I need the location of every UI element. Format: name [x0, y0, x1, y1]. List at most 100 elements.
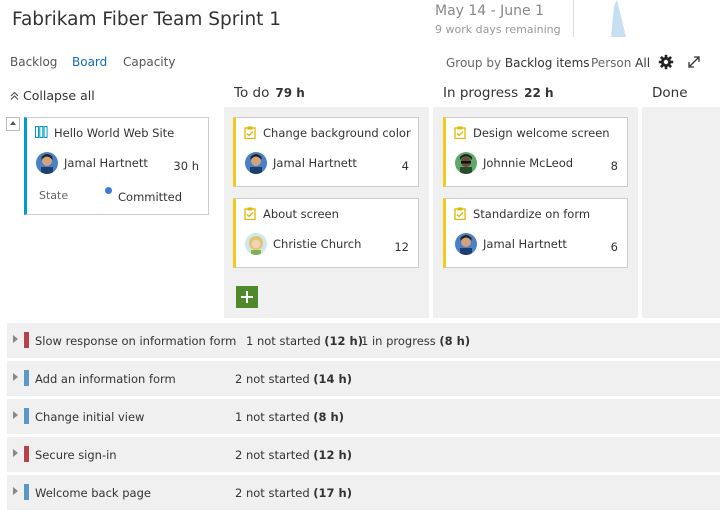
work-days-remaining: 9 work days remaining	[435, 23, 561, 36]
burndown-chart[interactable]	[573, 0, 720, 37]
state-dot-icon	[105, 187, 112, 194]
person-label: Person	[591, 56, 632, 70]
expand-row-icon[interactable]	[13, 373, 18, 381]
done-lane	[642, 107, 720, 318]
row-summary: 2 not started (14 h)	[235, 372, 352, 386]
page-title: Fabrikam Fiber Team Sprint 1	[12, 9, 282, 30]
column-header-todo: To do 79 h	[234, 85, 305, 101]
column-name: To do	[234, 85, 270, 101]
collapse-all-icon	[10, 91, 19, 100]
task-card[interactable]: About screen Christie Church 12	[233, 198, 419, 268]
row-collapse-toggle[interactable]	[6, 117, 20, 131]
card-title[interactable]: About screen	[263, 207, 339, 221]
summary-hours: (12 h)	[313, 448, 352, 462]
add-icon	[241, 291, 253, 303]
backlog-row[interactable]: Secure sign-in 2 not started (12 h)	[7, 437, 720, 472]
remaining-hours: 6	[610, 240, 618, 254]
task-card[interactable]: Standardize on form Jamal Hartnett 6	[443, 198, 628, 268]
assignee-name[interactable]: Jamal Hartnett	[483, 237, 567, 251]
task-icon	[244, 207, 256, 220]
state-label: State	[39, 189, 69, 202]
gear-icon[interactable]	[658, 54, 674, 70]
group-by-selector[interactable]: Group by Backlog items	[446, 56, 590, 70]
row-summary-2: 1 in progress (8 h)	[361, 334, 470, 348]
summary-status: 2 not started	[235, 372, 310, 386]
row-title[interactable]: Secure sign-in	[35, 448, 117, 462]
summary-hours: (17 h)	[313, 486, 352, 500]
row-title[interactable]: Welcome back page	[35, 486, 151, 500]
summary-hours: (14 h)	[313, 372, 352, 386]
row-title[interactable]: Slow response on information form	[35, 334, 236, 348]
collapse-all-button[interactable]: Collapse all	[10, 88, 95, 103]
collapse-all-label: Collapse all	[23, 88, 95, 103]
row-summary: 1 not started (12 h)	[246, 334, 363, 348]
sprint-dates: May 14 - June 1	[435, 3, 545, 19]
column-header-in-progress: In progress 22 h	[443, 85, 554, 101]
task-icon	[454, 207, 466, 220]
remaining-hours: 8	[610, 159, 618, 173]
summary-hours: (12 h)	[324, 334, 363, 348]
group-by-label: Group by	[446, 56, 502, 70]
bug-color-bar	[24, 332, 29, 348]
person-value[interactable]: All	[635, 56, 650, 70]
column-count: 79 h	[275, 86, 305, 100]
summary-status: 2 not started	[235, 486, 310, 500]
row-title[interactable]: Add an information form	[35, 372, 176, 386]
parent-card[interactable]: Hello World Web Site Jamal Hartnett 30 h…	[24, 117, 209, 215]
backlog-row[interactable]: Add an information form 2 not started (1…	[7, 361, 720, 396]
remaining-hours: 30 h	[173, 159, 199, 173]
row-summary: 1 not started (8 h)	[235, 410, 344, 424]
expand-row-icon[interactable]	[13, 449, 18, 457]
backlog-item-icon	[35, 126, 48, 138]
card-title[interactable]: Change background color	[263, 126, 411, 140]
person-filter[interactable]: Person All	[591, 56, 650, 70]
assignee-name[interactable]: Jamal Hartnett	[273, 156, 357, 170]
backlog-row[interactable]: Welcome back page 2 not started (17 h)	[7, 475, 720, 510]
summary-status: 1 in progress	[361, 334, 436, 348]
assignee-name[interactable]: Christie Church	[273, 237, 361, 251]
remaining-hours: 12	[394, 240, 409, 254]
tab-backlog[interactable]: Backlog	[10, 55, 57, 69]
column-header-done: Done	[652, 85, 688, 101]
column-count: 22 h	[524, 86, 554, 100]
tab-capacity[interactable]: Capacity	[123, 55, 175, 69]
card-title[interactable]: Design welcome screen	[473, 126, 610, 140]
state-value[interactable]: Committed	[118, 190, 182, 204]
assignee-name[interactable]: Johnnie McLeod	[483, 156, 573, 170]
card-title[interactable]: Standardize on form	[473, 207, 590, 221]
pbi-color-bar	[24, 408, 29, 424]
avatar	[36, 152, 58, 174]
backlog-row[interactable]: Change initial view 1 not started (8 h)	[7, 399, 720, 434]
task-card[interactable]: Change background color Jamal Hartnett 4	[233, 117, 419, 187]
avatar	[455, 152, 477, 174]
remaining-hours: 4	[401, 159, 409, 173]
row-summary: 2 not started (17 h)	[235, 486, 352, 500]
pbi-color-bar	[24, 370, 29, 386]
expand-row-icon[interactable]	[13, 411, 18, 419]
column-name: Done	[652, 85, 688, 101]
add-task-button[interactable]	[236, 286, 258, 308]
task-icon	[244, 126, 256, 139]
summary-hours: (8 h)	[313, 410, 344, 424]
expand-icon[interactable]	[687, 55, 701, 69]
column-name: In progress	[443, 85, 519, 101]
avatar	[245, 233, 267, 255]
expand-row-icon[interactable]	[13, 487, 18, 495]
assignee-name[interactable]: Jamal Hartnett	[64, 156, 148, 170]
group-by-value[interactable]: Backlog items	[505, 56, 590, 70]
card-title[interactable]: Hello World Web Site	[54, 126, 174, 140]
summary-hours: (8 h)	[439, 334, 471, 348]
summary-status: 2 not started	[235, 448, 310, 462]
summary-status: 1 not started	[235, 410, 310, 424]
row-summary: 2 not started (12 h)	[235, 448, 352, 462]
bug-color-bar	[24, 446, 29, 462]
backlog-row[interactable]: Slow response on information form 1 not …	[7, 323, 720, 358]
expand-row-icon[interactable]	[13, 335, 18, 343]
task-card[interactable]: Design welcome screen Johnnie McLeod 8	[443, 117, 628, 187]
row-title[interactable]: Change initial view	[35, 410, 144, 424]
task-icon	[454, 126, 466, 139]
avatar	[455, 233, 477, 255]
avatar	[245, 152, 267, 174]
summary-status: 1 not started	[246, 334, 321, 348]
tab-board[interactable]: Board	[72, 55, 107, 69]
